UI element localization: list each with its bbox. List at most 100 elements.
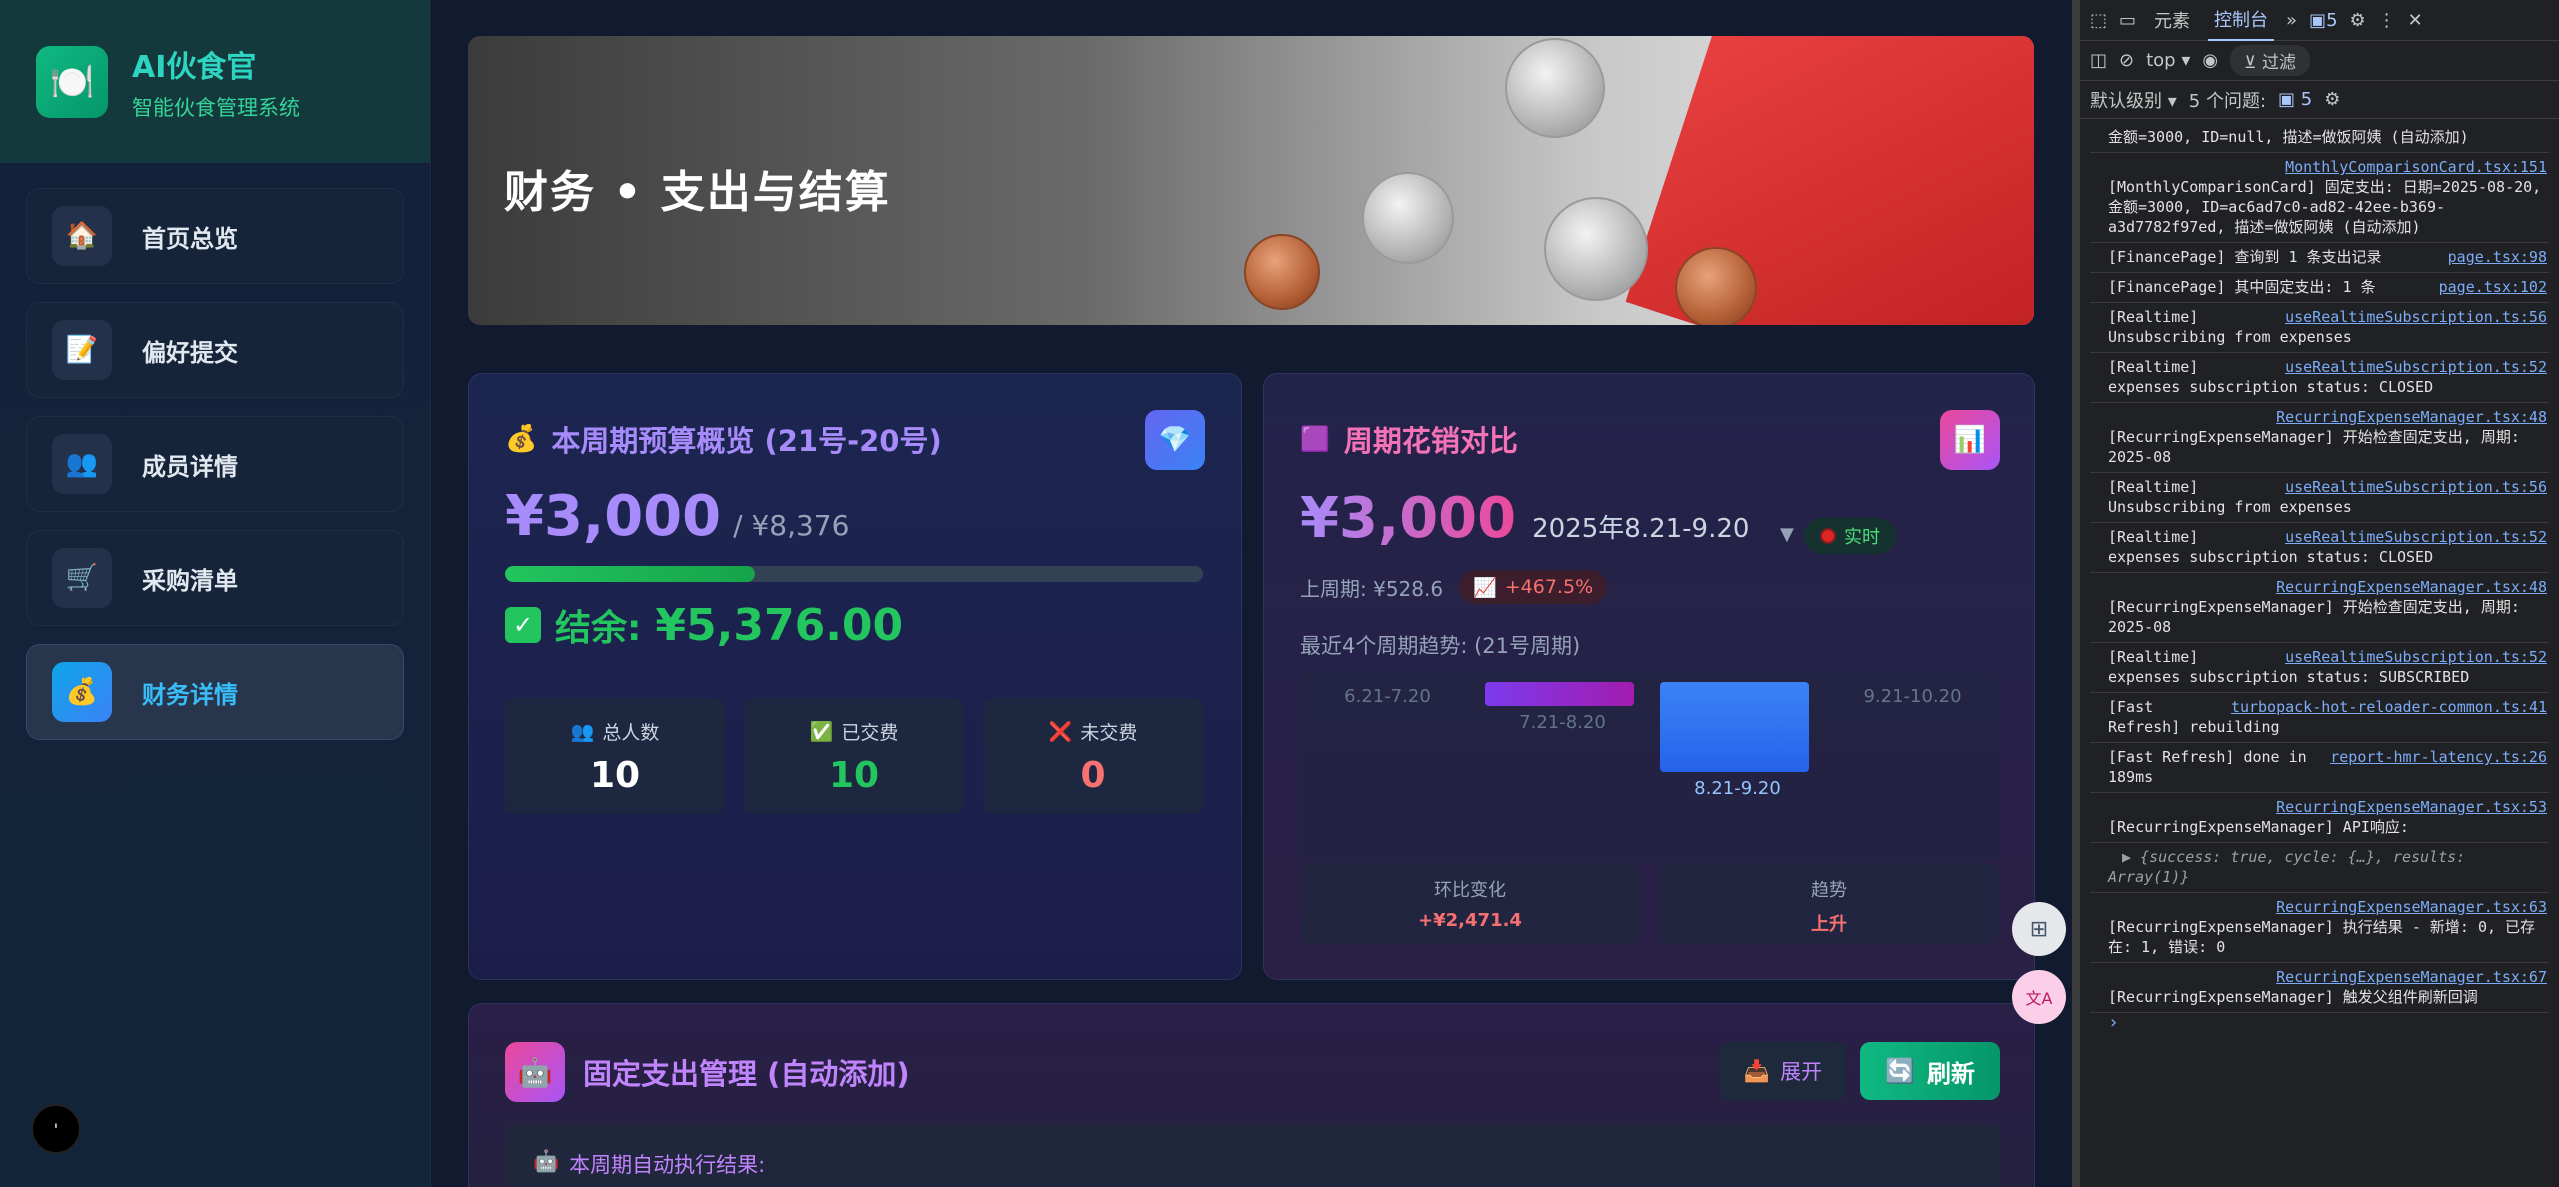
sidebar-item-finance[interactable]: 💰 财务详情 (26, 644, 404, 740)
remaining-label: 结余: (555, 608, 642, 649)
eye-icon[interactable]: ◉ (2202, 50, 2218, 71)
tab-elements[interactable]: 元素 (2148, 0, 2196, 41)
previous-cycle-label: 上周期: ¥528.6 (1300, 576, 1444, 601)
sidebar-item-home[interactable]: 🏠 首页总览 (26, 188, 404, 284)
check-icon: ✓ (505, 607, 541, 643)
source-link[interactable]: useRealtimeSubscription.ts:52 (2285, 527, 2547, 547)
clear-console-icon[interactable]: ⊘ (2119, 50, 2134, 71)
cycle-range: 2025年8.21-9.20 (1532, 514, 1750, 544)
trend-title: 最近4个周期趋势: (21号周期) (1300, 634, 1581, 658)
filter-input[interactable]: ⊻ 过滤 (2230, 45, 2310, 76)
log-level-select[interactable]: 默认级别 ▾ (2090, 87, 2177, 113)
source-link[interactable]: RecurringExpenseManager.tsx:48 (2276, 407, 2547, 427)
fixed-expense-card: 🤖 固定支出管理 (自动添加) 📥 展开 🔄 刷新 🤖 本周期自动执行结果: (468, 1003, 2035, 1187)
sidebar-item-label: 财务详情 (142, 680, 238, 709)
gear-icon[interactable]: ⚙ (2350, 10, 2366, 31)
gear-icon[interactable]: ⚙ (2324, 89, 2340, 110)
coin-decoration (1544, 197, 1648, 301)
console-text: [RecurringExpenseManager] 开始检查固定支出, 周期: … (2108, 428, 2520, 466)
console-text[interactable]: ▶ {success: true, cycle: {…}, results: A… (2108, 848, 2465, 886)
source-link[interactable]: RecurringExpenseManager.tsx:63 (2276, 897, 2547, 917)
trend-label: 趋势 (1811, 880, 1847, 901)
console-text: [FinancePage] 查询到 1 条支出记录 (2108, 248, 2382, 266)
progress-fill (505, 566, 755, 582)
source-link[interactable]: turbopack-hot-reloader-common.ts:41 (2231, 697, 2547, 717)
cross-icon: ❌ (1048, 721, 1073, 743)
hero-banner: 财务 • 支出与结算 (468, 36, 2034, 325)
users-icon: 👥 (570, 721, 595, 743)
sidebar-item-preferences[interactable]: 📝 偏好提交 (26, 302, 404, 398)
console-text: [RecurringExpenseManager] 触发父组件刷新回调 (2108, 988, 2478, 1006)
console-level-bar: 默认级别 ▾ 5 个问题: ▣ 5 ⚙ (2080, 81, 2559, 119)
budget-overview-card: 💰 本周期预算概览 (21号-20号) 💎 ¥3,000 / ¥8,376 ✓ … (468, 373, 1242, 980)
stat-label: 已交费 (841, 722, 899, 744)
change-percent: +467.5% (1504, 576, 1594, 598)
issues-count[interactable]: ▣ 5 (2278, 89, 2312, 110)
sidebar-toggle-icon[interactable]: ◫ (2090, 50, 2107, 71)
cycle-amount: ¥3,000 2025年8.21-9.20 (1300, 486, 1749, 551)
console-text: [RecurringExpenseManager] API响应: (2108, 818, 2409, 836)
translate-button[interactable]: 文A (2012, 970, 2066, 1024)
console-prompt[interactable]: › (2090, 1013, 2549, 1033)
source-link[interactable]: RecurringExpenseManager.tsx:48 (2276, 577, 2547, 597)
moon-icon: ' (53, 1119, 59, 1139)
console-message: page.tsx:98 [FinancePage] 查询到 1 条支出记录 (2090, 243, 2549, 273)
cycle-comparison-card: 🟪 周期花销对比 📊 ¥3,000 2025年8.21-9.20 ▼ 实时 上周… (1263, 373, 2035, 980)
console-text: [MonthlyComparisonCard] 固定支出: 日期=2025-08… (2108, 178, 2542, 236)
chart-bar (1485, 682, 1634, 706)
apps-add-button[interactable]: ⊞ (2012, 902, 2066, 956)
source-link[interactable]: report-hmr-latency.ts:26 (2330, 747, 2547, 767)
device-toolbar-icon[interactable]: ▭ (2119, 10, 2136, 31)
source-link[interactable]: useRealtimeSubscription.ts:52 (2285, 357, 2547, 377)
home-icon: 🏠 (52, 206, 112, 266)
console-log: 金额=3000, ID=null, 描述=做饭阿姨 (自动添加) MonthlyC… (2080, 119, 2559, 1033)
source-link[interactable]: RecurringExpenseManager.tsx:53 (2276, 797, 2547, 817)
users-icon: 👥 (52, 434, 112, 494)
chevron-down-icon[interactable]: ▼ (1780, 524, 1794, 545)
console-text: [Fast Refresh] done in 189ms (2108, 748, 2307, 786)
source-link[interactable]: RecurringExpenseManager.tsx:67 (2276, 967, 2547, 987)
chart-category-label: 8.21-9.20 (1694, 778, 1781, 799)
theme-toggle-button[interactable]: ' (31, 1104, 81, 1154)
console-text: [RecurringExpenseManager] 开始检查固定支出, 周期: … (2108, 598, 2520, 636)
source-link[interactable]: useRealtimeSubscription.ts:56 (2285, 477, 2547, 497)
refresh-button[interactable]: 🔄 刷新 (1860, 1042, 2000, 1100)
translate-icon: 文A (2025, 989, 2053, 1008)
chart-bar (1660, 682, 1809, 772)
console-message: RecurringExpenseManager.tsx:48 [Recurring… (2090, 403, 2549, 473)
console-toolbar: ◫ ⊘ top ▾ ◉ ⊻ 过滤 (2080, 41, 2559, 81)
chart-category-label: 9.21-10.20 (1863, 686, 1962, 707)
card-title: 固定支出管理 (自动添加) (583, 1057, 910, 1091)
grid-plus-icon: ⊞ (2029, 916, 2049, 942)
console-text: [RecurringExpenseManager] 执行结果 - 新增: 0, … (2108, 918, 2536, 956)
mom-change-label: 环比变化 (1434, 880, 1506, 901)
source-link[interactable]: page.tsx:102 (2439, 277, 2547, 297)
source-link[interactable]: page.tsx:98 (2448, 247, 2547, 267)
more-tabs-icon[interactable]: » (2286, 10, 2297, 31)
sidebar-item-label: 首页总览 (142, 224, 238, 253)
square-icon: 🟪 (1300, 425, 1330, 453)
brand-title: AI伙食官 (132, 49, 257, 85)
devtools-panel: ⬚ ▭ 元素 控制台 » ▣5 ⚙ ⋮ ✕ ◫ ⊘ top ▾ ◉ ⊻ 过滤 默… (2072, 0, 2559, 1187)
trend-direction: 趋势 上升 (1659, 864, 1999, 944)
console-message: useRealtimeSubscription.ts:52 [Realtime] … (2090, 523, 2549, 573)
sidebar-nav: 🏠 首页总览 📝 偏好提交 👥 成员详情 🛒 采购清单 💰 财务详情 (0, 163, 430, 783)
tab-console[interactable]: 控制台 (2208, 0, 2275, 41)
stat-value: 0 (1080, 755, 1106, 796)
source-link[interactable]: MonthlyComparisonCard.tsx:151 (2285, 157, 2547, 177)
sidebar-item-members[interactable]: 👥 成员详情 (26, 416, 404, 512)
expand-button[interactable]: 📥 展开 (1720, 1042, 1846, 1100)
kebab-menu-icon[interactable]: ⋮ (2378, 10, 2396, 31)
gem-icon: 💎 (1145, 410, 1205, 470)
sidebar-item-shopping[interactable]: 🛒 采购清单 (26, 530, 404, 626)
issues-badge[interactable]: ▣5 (2309, 10, 2337, 31)
source-link[interactable]: useRealtimeSubscription.ts:56 (2285, 307, 2547, 327)
stat-label: 未交费 (1080, 722, 1138, 744)
context-selector[interactable]: top ▾ (2146, 50, 2190, 71)
inspect-icon[interactable]: ⬚ (2090, 10, 2107, 31)
close-icon[interactable]: ✕ (2408, 10, 2423, 31)
source-link[interactable]: useRealtimeSubscription.ts:52 (2285, 647, 2547, 667)
budget-progress-bar (505, 566, 1203, 582)
refresh-label: 刷新 (1926, 1059, 1975, 1088)
cart-icon: 🛒 (52, 548, 112, 608)
